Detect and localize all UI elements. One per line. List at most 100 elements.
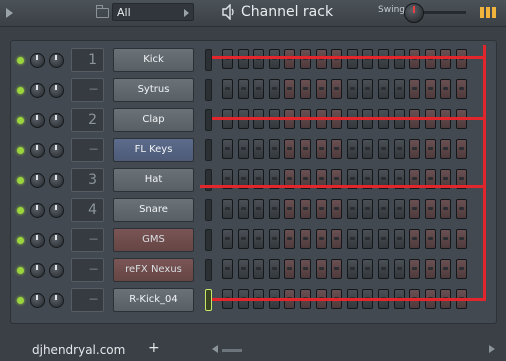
scroll-right-icon[interactable] — [489, 345, 495, 353]
channel-select-indicator[interactable] — [205, 109, 212, 131]
pan-knob[interactable] — [30, 173, 45, 188]
step-button[interactable] — [347, 139, 358, 159]
step-button[interactable] — [253, 49, 264, 69]
mute-led[interactable] — [17, 267, 24, 274]
step-button[interactable] — [253, 139, 264, 159]
mixer-track-route[interactable]: 2 — [71, 108, 104, 132]
step-button[interactable] — [269, 199, 280, 219]
channel-name-button[interactable]: Snare — [113, 198, 194, 222]
step-button[interactable] — [456, 199, 467, 219]
step-button[interactable] — [238, 229, 249, 249]
step-button[interactable] — [331, 49, 342, 69]
step-button[interactable] — [394, 49, 405, 69]
channel-select-indicator[interactable] — [205, 199, 212, 221]
step-button[interactable] — [394, 229, 405, 249]
step-button[interactable] — [316, 139, 327, 159]
step-button[interactable] — [347, 259, 358, 279]
step-button[interactable] — [347, 199, 358, 219]
step-button[interactable] — [409, 139, 420, 159]
step-button[interactable] — [284, 229, 295, 249]
step-button[interactable] — [300, 79, 311, 99]
mixer-track-route[interactable]: --- — [71, 288, 104, 312]
mixer-track-route[interactable]: 3 — [71, 168, 104, 192]
step-button[interactable] — [394, 199, 405, 219]
mixer-track-route[interactable]: 4 — [71, 198, 104, 222]
mute-led[interactable] — [17, 87, 24, 94]
step-button[interactable] — [316, 229, 327, 249]
channel-select-indicator[interactable] — [205, 79, 212, 101]
volume-knob[interactable] — [49, 113, 64, 128]
step-button[interactable] — [425, 139, 436, 159]
step-button[interactable] — [222, 259, 233, 279]
step-button[interactable] — [253, 229, 264, 249]
step-button[interactable] — [440, 199, 451, 219]
mute-led[interactable] — [17, 237, 24, 244]
mixer-track-route[interactable]: --- — [71, 138, 104, 162]
step-button[interactable] — [362, 199, 373, 219]
menu-arrow-icon[interactable] — [6, 8, 13, 18]
step-button[interactable] — [378, 199, 389, 219]
folder-icon[interactable] — [96, 5, 109, 18]
pan-knob[interactable] — [30, 293, 45, 308]
channel-name-button[interactable]: Hat — [113, 168, 194, 192]
step-button[interactable] — [362, 79, 373, 99]
step-button[interactable] — [331, 229, 342, 249]
step-button[interactable] — [284, 199, 295, 219]
mute-led[interactable] — [17, 147, 24, 154]
pan-knob[interactable] — [30, 113, 45, 128]
step-button[interactable] — [409, 49, 420, 69]
volume-knob[interactable] — [49, 173, 64, 188]
mixer-track-route[interactable]: --- — [71, 228, 104, 252]
step-button[interactable] — [284, 49, 295, 69]
step-button[interactable] — [331, 139, 342, 159]
step-grid-icon[interactable] — [480, 7, 496, 18]
step-button[interactable] — [284, 259, 295, 279]
step-button[interactable] — [394, 79, 405, 99]
step-button[interactable] — [253, 79, 264, 99]
step-button[interactable] — [362, 259, 373, 279]
step-button[interactable] — [456, 139, 467, 159]
step-button[interactable] — [394, 259, 405, 279]
step-button[interactable] — [394, 139, 405, 159]
step-button[interactable] — [409, 199, 420, 219]
step-button[interactable] — [425, 259, 436, 279]
step-button[interactable] — [253, 259, 264, 279]
step-button[interactable] — [269, 79, 280, 99]
pan-knob[interactable] — [30, 83, 45, 98]
channel-select-indicator[interactable] — [205, 289, 212, 311]
scroll-left-icon[interactable] — [212, 345, 218, 353]
step-button[interactable] — [238, 139, 249, 159]
step-button[interactable] — [347, 79, 358, 99]
step-button[interactable] — [222, 49, 233, 69]
step-button[interactable] — [300, 139, 311, 159]
pan-knob[interactable] — [30, 233, 45, 248]
step-button[interactable] — [269, 139, 280, 159]
mixer-track-route[interactable]: --- — [71, 78, 104, 102]
mute-led[interactable] — [17, 177, 24, 184]
volume-knob[interactable] — [49, 83, 64, 98]
mute-led[interactable] — [17, 207, 24, 214]
step-button[interactable] — [409, 259, 420, 279]
step-button[interactable] — [362, 49, 373, 69]
channel-name-button[interactable]: GMS — [113, 228, 194, 252]
volume-knob[interactable] — [49, 293, 64, 308]
step-button[interactable] — [269, 229, 280, 249]
step-button[interactable] — [456, 259, 467, 279]
channel-name-button[interactable]: reFX Nexus — [113, 258, 194, 282]
step-button[interactable] — [331, 259, 342, 279]
volume-knob[interactable] — [49, 233, 64, 248]
step-button[interactable] — [409, 229, 420, 249]
step-button[interactable] — [425, 79, 436, 99]
step-button[interactable] — [425, 229, 436, 249]
step-button[interactable] — [316, 49, 327, 69]
step-button[interactable] — [238, 259, 249, 279]
mute-led[interactable] — [17, 297, 24, 304]
step-button[interactable] — [284, 139, 295, 159]
mixer-track-route[interactable]: --- — [71, 258, 104, 282]
volume-knob[interactable] — [49, 53, 64, 68]
step-button[interactable] — [316, 259, 327, 279]
step-button[interactable] — [409, 79, 420, 99]
channel-select-indicator[interactable] — [205, 49, 212, 71]
channel-name-button[interactable]: Clap — [113, 108, 194, 132]
step-button[interactable] — [300, 49, 311, 69]
